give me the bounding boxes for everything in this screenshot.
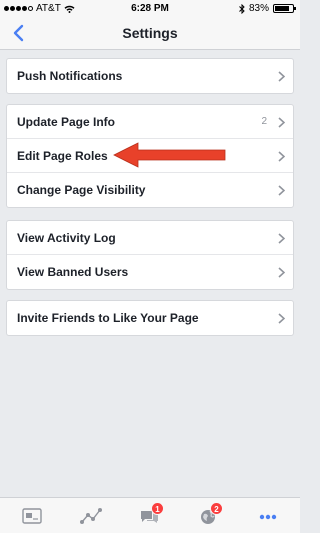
row-label: Change Page Visibility — [17, 183, 146, 197]
chevron-right-icon — [278, 185, 285, 196]
messages-badge: 1 — [151, 502, 164, 515]
row-label: Invite Friends to Like Your Page — [17, 311, 199, 325]
bluetooth-icon — [239, 3, 245, 14]
row-label: Push Notifications — [17, 69, 123, 83]
chevron-right-icon — [278, 267, 285, 278]
tab-bar: 1 2 — [0, 497, 300, 533]
tab-messages[interactable]: 1 — [138, 502, 164, 526]
notifications-badge: 2 — [210, 502, 223, 515]
view-banned-users-row[interactable]: View Banned Users — [7, 255, 293, 289]
chevron-right-icon — [278, 233, 285, 244]
update-page-info-row[interactable]: Update Page Info 2 — [7, 105, 293, 139]
view-activity-log-row[interactable]: View Activity Log — [7, 221, 293, 255]
settings-group-notifications: Push Notifications — [6, 58, 294, 94]
settings-group-activity: View Activity Log View Banned Users — [6, 220, 294, 290]
chevron-right-icon — [278, 151, 285, 162]
battery-percent: 83% — [248, 3, 269, 14]
row-label: Edit Page Roles — [17, 148, 108, 163]
tab-notifications[interactable]: 2 — [197, 502, 223, 526]
tab-page[interactable] — [20, 506, 44, 526]
row-label: View Activity Log — [17, 230, 116, 245]
page-title: Settings — [122, 25, 178, 41]
change-page-visibility-row[interactable]: Change Page Visibility — [7, 173, 293, 207]
battery-icon — [273, 4, 296, 13]
page-card-icon — [22, 508, 42, 524]
status-bar: AT&T 6:28 PM 83% — [0, 0, 300, 16]
navigation-bar: Settings — [0, 16, 300, 50]
settings-group-invite: Invite Friends to Like Your Page — [6, 300, 294, 336]
insights-icon — [80, 508, 102, 524]
update-count: 2 — [261, 116, 267, 127]
chevron-right-icon — [278, 71, 285, 82]
row-label: Update Page Info — [17, 114, 116, 129]
row-label: View Banned Users — [17, 265, 129, 279]
more-icon — [259, 514, 277, 520]
chevron-right-icon — [278, 313, 285, 324]
tab-more[interactable] — [256, 506, 280, 526]
annotation-arrow — [113, 142, 226, 168]
tab-insights[interactable] — [79, 506, 103, 526]
chevron-right-icon — [278, 117, 285, 128]
invite-friends-row[interactable]: Invite Friends to Like Your Page — [7, 301, 293, 335]
push-notifications-row[interactable]: Push Notifications — [7, 59, 293, 93]
status-right: 83% — [239, 3, 296, 14]
